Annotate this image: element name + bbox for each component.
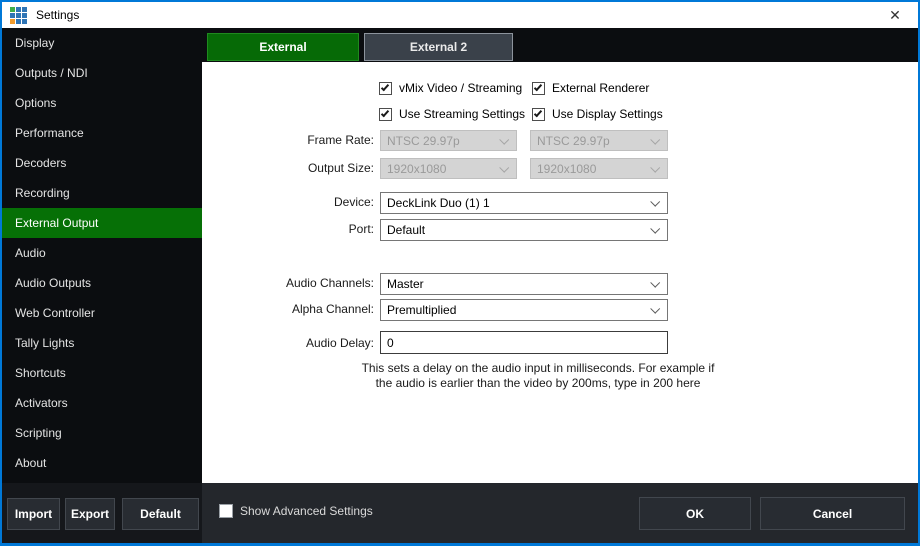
device-label: Device:: [202, 195, 374, 209]
chevron-down-icon: [650, 224, 660, 234]
show-advanced-settings-checkbox[interactable]: Show Advanced Settings: [219, 504, 373, 518]
chevron-down-icon: [650, 135, 660, 145]
frame-rate-label: Frame Rate:: [202, 133, 374, 147]
frame-rate-select-1[interactable]: NTSC 29.97p: [380, 130, 517, 151]
vmix-logo-icon: [10, 7, 27, 24]
alpha-channel-label: Alpha Channel:: [202, 302, 374, 316]
chevron-down-icon: [650, 163, 660, 173]
sidebar-footer: Import Export Default: [2, 483, 202, 543]
sidebar-item-display[interactable]: Display: [2, 28, 202, 58]
settings-window: Settings ✕ Display Outputs / NDI Options…: [0, 0, 920, 546]
checkbox-box[interactable]: [532, 82, 545, 95]
check-icon: [534, 108, 542, 117]
checkbox-box[interactable]: [219, 504, 233, 518]
sidebar-item-external-output[interactable]: External Output: [2, 208, 202, 238]
vmix-video-streaming-checkbox[interactable]: vMix Video / Streaming: [379, 81, 522, 95]
window-title: Settings: [36, 8, 79, 22]
tab-external[interactable]: External: [207, 33, 359, 61]
sidebar-item-outputs-ndi[interactable]: Outputs / NDI: [2, 58, 202, 88]
chevron-down-icon: [650, 278, 660, 288]
bottom-bar: Show Advanced Settings OK Cancel: [202, 483, 918, 543]
chevron-down-icon: [499, 135, 509, 145]
tab-external-2[interactable]: External 2: [364, 33, 513, 61]
check-icon: [381, 108, 389, 117]
default-button[interactable]: Default: [122, 498, 199, 530]
sidebar-item-tally-lights[interactable]: Tally Lights: [2, 328, 202, 358]
port-label: Port:: [202, 222, 374, 236]
sidebar-item-activators[interactable]: Activators: [2, 388, 202, 418]
output-size-select-1[interactable]: 1920x1080: [380, 158, 517, 179]
ok-button[interactable]: OK: [639, 497, 751, 530]
cancel-button[interactable]: Cancel: [760, 497, 905, 530]
sidebar-item-options[interactable]: Options: [2, 88, 202, 118]
output-size-select-2[interactable]: 1920x1080: [530, 158, 668, 179]
titlebar: Settings ✕: [2, 2, 918, 28]
settings-sidebar: Display Outputs / NDI Options Performanc…: [2, 28, 202, 483]
device-select[interactable]: DeckLink Duo (1) 1: [380, 192, 668, 214]
sidebar-item-performance[interactable]: Performance: [2, 118, 202, 148]
port-select[interactable]: Default: [380, 219, 668, 241]
use-streaming-settings-checkbox[interactable]: Use Streaming Settings: [379, 107, 525, 121]
sidebar-item-audio-outputs[interactable]: Audio Outputs: [2, 268, 202, 298]
use-display-settings-checkbox[interactable]: Use Display Settings: [532, 107, 663, 121]
close-icon[interactable]: ✕: [878, 2, 912, 28]
chevron-down-icon: [499, 163, 509, 173]
frame-rate-select-2[interactable]: NTSC 29.97p: [530, 130, 668, 151]
checkbox-box[interactable]: [379, 82, 392, 95]
check-icon: [381, 82, 389, 91]
audio-delay-input[interactable]: [380, 331, 668, 354]
sidebar-item-scripting[interactable]: Scripting: [2, 418, 202, 448]
checkbox-box[interactable]: [379, 108, 392, 121]
sidebar-item-web-controller[interactable]: Web Controller: [2, 298, 202, 328]
audio-channels-select[interactable]: Master: [380, 273, 668, 295]
audio-delay-label: Audio Delay:: [202, 336, 374, 350]
sidebar-item-decoders[interactable]: Decoders: [2, 148, 202, 178]
chevron-down-icon: [650, 304, 660, 314]
sidebar-item-recording[interactable]: Recording: [2, 178, 202, 208]
sidebar-item-shortcuts[interactable]: Shortcuts: [2, 358, 202, 388]
checkbox-box[interactable]: [532, 108, 545, 121]
chevron-down-icon: [650, 197, 660, 207]
external-renderer-checkbox[interactable]: External Renderer: [532, 81, 649, 95]
sidebar-item-about[interactable]: About: [2, 448, 202, 478]
alpha-channel-select[interactable]: Premultiplied: [380, 299, 668, 321]
sidebar-item-audio[interactable]: Audio: [2, 238, 202, 268]
main-area: Display Outputs / NDI Options Performanc…: [2, 28, 918, 543]
audio-channels-label: Audio Channels:: [202, 276, 374, 290]
external-output-panel: vMix Video / Streaming External Renderer…: [202, 62, 918, 483]
export-button[interactable]: Export: [65, 498, 115, 530]
output-size-label: Output Size:: [202, 161, 374, 175]
import-button[interactable]: Import: [7, 498, 60, 530]
audio-delay-help-text: This sets a delay on the audio input in …: [338, 361, 738, 391]
check-icon: [534, 82, 542, 91]
